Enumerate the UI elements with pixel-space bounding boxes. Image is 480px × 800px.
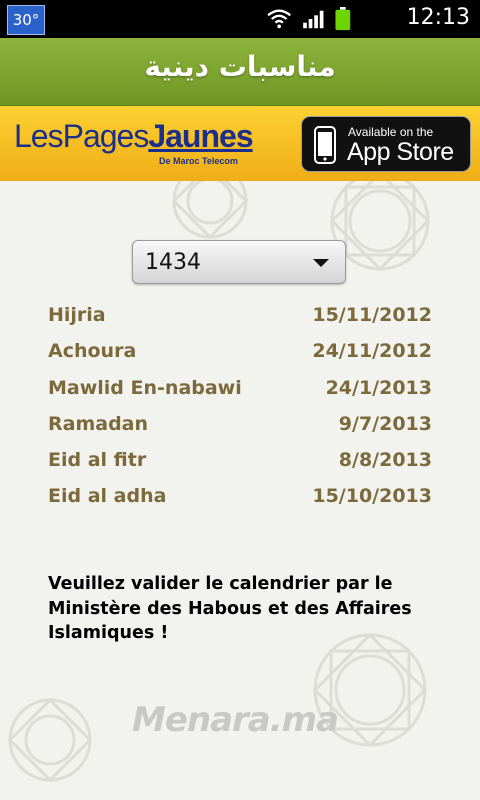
event-row: Hijria 15/11/2012 [48,302,432,338]
event-row: Eid al fitr 8/8/2013 [48,447,432,483]
logo-jaunes: Jaunes [148,118,253,154]
event-date: 15/11/2012 [312,304,432,326]
event-name: Eid al fitr [48,449,147,472]
event-name: Ramadan [48,412,149,435]
title-bar: مناسبات دينية [0,38,480,106]
event-name: Hijria [48,304,106,326]
logo-les: Les [14,118,64,154]
event-row: Mawlid En-nabawi 24/1/2013 [48,375,432,411]
chevron-down-icon [313,259,329,267]
logo-subtitle: De Maroc Telecom [159,156,238,166]
validation-notice: Veuillez valider le calendrier par le Mi… [48,574,412,643]
event-row: Achoura 24/11/2012 [48,338,432,374]
app-store-available: Available on the [348,125,434,139]
app-store-badge[interactable]: Available on the App Store [301,116,471,172]
event-date: 24/1/2013 [325,376,432,399]
temperature-badge: 30° [7,5,45,35]
event-name: Achoura [48,340,137,363]
menara-logo[interactable]: Menara.ma [132,700,339,740]
page-title: مناسبات دينية [144,50,336,83]
status-bar: 30° 12:13 [0,0,480,38]
wifi-icon [267,9,291,29]
logo-pages: Pages [62,118,150,154]
year-dropdown[interactable]: 1434 [132,240,346,284]
battery-icon [335,7,351,31]
ad-banner[interactable]: LesPagesJaunes De Maroc Telecom Availabl… [0,106,480,181]
pages-jaunes-logo[interactable]: LesPagesJaunes De Maroc Telecom [14,116,264,172]
events-list: Hijria 15/11/2012 Achoura 24/11/2012 Maw… [48,302,432,520]
event-date: 24/11/2012 [312,340,432,363]
event-date: 8/8/2013 [338,449,432,472]
event-row: Eid al adha 15/10/2013 [48,483,432,519]
event-row: Ramadan 9/7/2013 [48,411,432,447]
signal-icon [303,10,324,29]
status-icons [267,7,351,31]
year-value: 1434 [145,250,201,275]
event-date: 15/10/2013 [312,485,432,508]
event-name: Mawlid En-nabawi [48,376,242,399]
iphone-icon [314,126,336,164]
event-name: Eid al adha [48,485,167,508]
app-store-name: App Store [347,138,454,166]
clock: 12:13 [406,5,470,30]
event-date: 9/7/2013 [338,412,432,435]
